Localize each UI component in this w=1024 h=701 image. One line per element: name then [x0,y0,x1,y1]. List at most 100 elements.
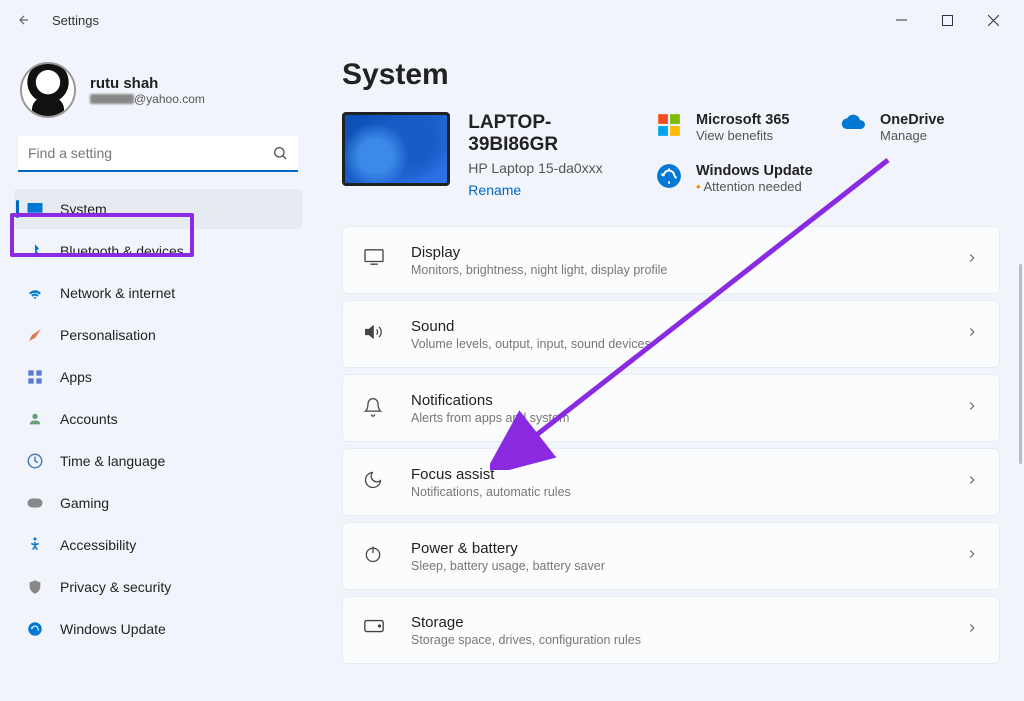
nav-label: System [60,201,107,217]
info-sub: View benefits [696,128,789,143]
setting-sub: Monitors, brightness, night light, displ… [411,263,941,277]
bluetooth-icon [26,242,44,260]
main-content: System LAPTOP-39BI86GR HP Laptop 15-da0x… [310,40,1024,701]
cloud-icon [840,112,868,140]
setting-notifications[interactable]: Notifications Alerts from apps and syste… [342,374,1000,442]
search-icon [272,145,288,166]
sidebar-item-gaming[interactable]: Gaming [14,483,302,523]
info-title: OneDrive [880,112,944,128]
info-title: Windows Update [696,163,813,179]
person-icon [26,410,44,428]
setting-sub: Notifications, automatic rules [411,485,941,499]
settings-list: Display Monitors, brightness, night ligh… [342,226,1000,664]
profile-card[interactable]: rutu shah @yahoo.com [14,56,302,136]
sidebar-item-personalisation[interactable]: Personalisation [14,315,302,355]
info-title: Microsoft 365 [696,112,789,128]
onedrive-card[interactable]: OneDrive Manage [840,112,1000,143]
profile-name: rutu shah [90,75,205,92]
sidebar-item-system[interactable]: System [14,189,302,229]
power-icon [363,544,387,568]
scrollbar[interactable] [1019,264,1022,464]
setting-power[interactable]: Power & battery Sleep, battery usage, ba… [342,522,1000,590]
setting-title: Storage [411,614,941,631]
window-controls [878,4,1016,36]
nav-label: Accessibility [60,537,136,553]
device-model: HP Laptop 15-da0xxx [468,160,632,176]
page-title: System [342,58,1000,92]
ms365-icon [656,112,684,140]
apps-icon [26,368,44,386]
clock-globe-icon [26,452,44,470]
sidebar: rutu shah @yahoo.com System Bluetooth & … [0,40,310,701]
search-input[interactable] [18,136,298,172]
sidebar-item-bluetooth[interactable]: Bluetooth & devices [14,231,302,271]
info-sub: Manage [880,128,944,143]
setting-storage[interactable]: Storage Storage space, drives, configura… [342,596,1000,664]
update-icon [656,163,684,191]
sidebar-item-network[interactable]: Network & internet [14,273,302,313]
accessibility-icon [26,536,44,554]
info-sub: Attention needed [696,179,813,194]
sidebar-item-update[interactable]: Windows Update [14,609,302,649]
device-thumbnail [342,112,450,186]
back-button[interactable] [8,4,40,36]
profile-email: @yahoo.com [90,92,205,106]
sidebar-item-time[interactable]: Time & language [14,441,302,481]
setting-sub: Alerts from apps and system [411,411,941,425]
header-cards: LAPTOP-39BI86GR HP Laptop 15-da0xxx Rena… [342,112,1000,198]
setting-title: Focus assist [411,466,941,483]
search-container [18,136,298,172]
maximize-button[interactable] [924,4,970,36]
monitor-icon [26,200,44,218]
chevron-right-icon [965,251,979,270]
sidebar-item-apps[interactable]: Apps [14,357,302,397]
chevron-right-icon [965,399,979,418]
avatar [20,62,76,118]
nav-label: Privacy & security [60,579,171,595]
bell-icon [363,396,387,420]
setting-sub: Volume levels, output, input, sound devi… [411,337,941,351]
chevron-right-icon [965,621,979,640]
windows-update-card[interactable]: Windows Update Attention needed [656,163,816,194]
storage-icon [363,618,387,642]
close-button[interactable] [970,4,1016,36]
setting-sound[interactable]: Sound Volume levels, output, input, soun… [342,300,1000,368]
chevron-right-icon [965,473,979,492]
minimize-button[interactable] [878,4,924,36]
rename-link[interactable]: Rename [468,182,632,198]
nav-label: Accounts [60,411,118,427]
setting-focus[interactable]: Focus assist Notifications, automatic ru… [342,448,1000,516]
sound-icon [363,322,387,346]
nav-list: System Bluetooth & devices Network & int… [14,188,302,650]
nav-label: Time & language [60,453,165,469]
nav-label: Gaming [60,495,109,511]
setting-display[interactable]: Display Monitors, brightness, night ligh… [342,226,1000,294]
wifi-icon [26,284,44,302]
nav-label: Bluetooth & devices [60,243,184,259]
nav-label: Network & internet [60,285,175,301]
setting-sub: Storage space, drives, configuration rul… [411,633,941,647]
nav-label: Personalisation [60,327,156,343]
chevron-right-icon [965,325,979,344]
setting-title: Notifications [411,392,941,409]
brush-icon [26,326,44,344]
setting-title: Sound [411,318,941,335]
sidebar-item-accessibility[interactable]: Accessibility [14,525,302,565]
ms365-card[interactable]: Microsoft 365 View benefits [656,112,816,143]
device-card[interactable]: LAPTOP-39BI86GR HP Laptop 15-da0xxx Rena… [342,112,632,198]
shield-icon [26,578,44,596]
window-title: Settings [52,13,99,28]
display-icon [363,248,387,272]
titlebar: Settings [0,0,1024,40]
nav-label: Apps [60,369,92,385]
chevron-right-icon [965,547,979,566]
nav-label: Windows Update [60,621,166,637]
sidebar-item-privacy[interactable]: Privacy & security [14,567,302,607]
setting-title: Display [411,244,941,261]
device-name: LAPTOP-39BI86GR [468,112,632,156]
sidebar-item-accounts[interactable]: Accounts [14,399,302,439]
update-icon [26,620,44,638]
setting-title: Power & battery [411,540,941,557]
setting-sub: Sleep, battery usage, battery saver [411,559,941,573]
moon-icon [363,470,387,494]
